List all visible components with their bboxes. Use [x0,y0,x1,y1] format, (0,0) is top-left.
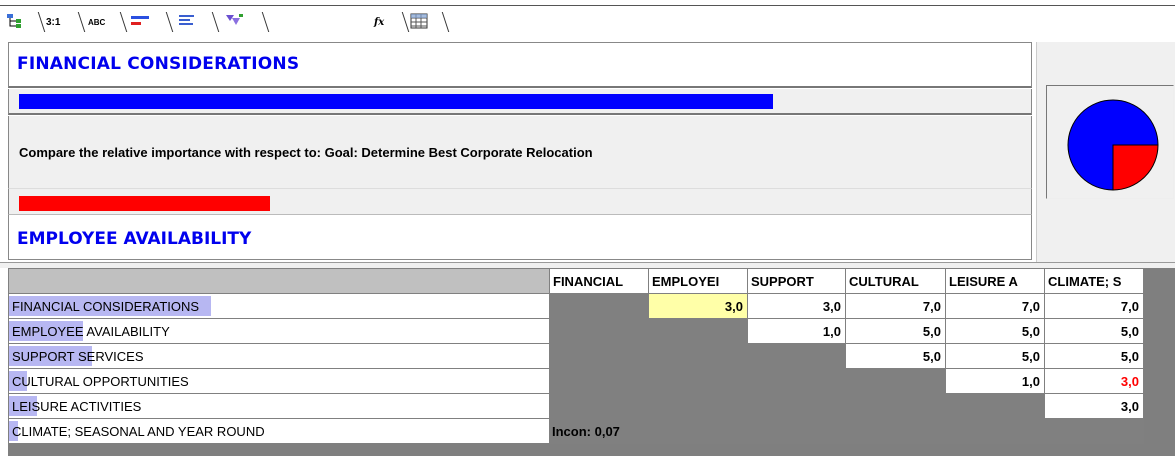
column-header[interactable]: LEISURE A [945,268,1045,294]
row-header[interactable]: EMPLOYEE AVAILABILITY [8,318,550,344]
matrix-cell[interactable]: 3,0 [747,293,846,319]
matrix-cell[interactable]: 5,0 [845,318,946,344]
matrix-cell-disabled [845,393,946,419]
matrix-row: FINANCIAL CONSIDERATIONS 3,0 3,0 7,0 7,0 7,0 [8,293,1144,319]
matrix-cell-disabled [747,418,846,444]
tab-formula-label: fx [374,16,385,28]
column-header[interactable]: SUPPORT [747,268,846,294]
tab-formula[interactable]: fx [374,10,410,34]
matrix-cell-disabled [1044,418,1144,444]
pie-panel [1036,42,1175,264]
matrix-cell-disabled [549,343,649,369]
tab-verbal-label: ABC [88,17,106,27]
matrix-cell-disabled [747,393,846,419]
row-label: CLIMATE; SEASONAL AND YEAR ROUND [12,423,265,439]
matrix-cell[interactable]: 3,0 [1044,368,1144,394]
left-element-title: FINANCIAL CONSIDERATIONS [17,54,300,74]
matrix-cell-disabled [648,418,748,444]
tab-ratio-label: 3:1 [46,16,61,28]
matrix-cell-disabled [845,368,946,394]
right-importance-bar[interactable] [19,196,271,211]
matrix-cell[interactable]: 1,0 [747,318,846,344]
matrix-cell-disabled [747,368,846,394]
tab-ratio[interactable]: 3:1 [46,10,86,34]
bar-compare-icon [130,14,152,31]
matrix-row: CLIMATE; SEASONAL AND YEAR ROUND Incon: 0… [8,418,1144,444]
matrix-cell-disabled [648,368,748,394]
matrix-cell[interactable]: 5,0 [1044,343,1144,369]
matrix-cell-disabled [648,318,748,344]
matrix-cell[interactable]: 5,0 [945,343,1045,369]
row-label: FINANCIAL CONSIDERATIONS [12,298,200,314]
row-header[interactable]: FINANCIAL CONSIDERATIONS [8,293,550,319]
tab-graphical[interactable] [130,10,174,34]
row-header[interactable]: CULTURAL OPPORTUNITIES [8,368,550,394]
row-header[interactable]: CLIMATE; SEASONAL AND YEAR ROUND [8,418,550,444]
matrix-cell-disabled [549,393,649,419]
compare-prompt: Compare the relative importance with res… [19,145,593,160]
pie-frame [1046,85,1174,199]
matrix-cell[interactable]: 5,0 [845,343,946,369]
matrix-row: LEISURE ACTIVITIES 3,0 [8,393,1144,419]
compare-prompt-area: Compare the relative importance with res… [8,116,1032,188]
tab-grid[interactable] [410,10,450,34]
row-header[interactable]: SUPPORT SERVICES [8,343,550,369]
tab-hierarchy[interactable] [6,10,46,34]
column-header[interactable]: EMPLOYEI [648,268,748,294]
matrix-cell-disabled [648,393,748,419]
tab-questionnaire[interactable] [178,10,220,34]
matrix-cell[interactable]: 5,0 [1044,318,1144,344]
inconsistency-ratio: Incon: 0,07 [549,418,649,444]
matrix-cell-disabled [945,393,1045,419]
matrix-cell[interactable]: 7,0 [1044,293,1144,319]
column-header[interactable]: FINANCIAL [549,268,649,294]
right-element-panel[interactable]: EMPLOYEE AVAILABILITY [8,214,1032,260]
matrix-cell-disabled [648,343,748,369]
row-label: SUPPORT SERVICES [12,348,144,364]
tree-filter-icon [224,13,246,32]
row-label: EMPLOYEE AVAILABILITY [12,323,170,339]
lines-icon [178,14,196,31]
left-bar-track[interactable] [8,89,1032,115]
tab-tree-filter[interactable] [224,10,270,34]
right-element-title: EMPLOYEE AVAILABILITY [17,229,252,249]
matrix-cell-disabled [945,418,1045,444]
matrix-row: EMPLOYEE AVAILABILITY 1,0 5,0 5,0 5,0 [8,318,1144,344]
importance-pie [1067,99,1159,191]
matrix-corner [8,268,550,294]
mode-toolbar: 3:1 ABC fx [0,6,1175,36]
left-importance-bar[interactable] [19,94,773,109]
matrix-cell[interactable]: 5,0 [945,318,1045,344]
matrix-row: SUPPORT SERVICES 5,0 5,0 5,0 [8,343,1144,369]
matrix-cell-disabled [845,418,946,444]
matrix-cell-disabled [549,368,649,394]
matrix-cell[interactable]: 3,0 [1044,393,1144,419]
matrix-cell-disabled [549,293,649,319]
hierarchy-icon [6,13,28,32]
comparison-matrix: FINANCIAL EMPLOYEI SUPPORT CULTURAL LEISURE … [8,268,1175,456]
column-header[interactable]: CLIMATE; S [1044,268,1144,294]
row-label: CULTURAL OPPORTUNITIES [12,373,189,389]
matrix-cell[interactable]: 7,0 [945,293,1045,319]
matrix-row: CULTURAL OPPORTUNITIES 1,0 3,0 [8,368,1144,394]
matrix-cell-disabled [549,318,649,344]
left-element-panel[interactable]: FINANCIAL CONSIDERATIONS [8,42,1032,88]
row-label: LEISURE ACTIVITIES [12,398,142,414]
column-header[interactable]: CULTURAL [845,268,946,294]
matrix-cell-disabled [747,343,846,369]
tab-verbal[interactable]: ABC [88,10,128,34]
row-header[interactable]: LEISURE ACTIVITIES [8,393,550,419]
grid-icon [410,13,428,32]
right-bar-track[interactable] [8,188,1032,214]
matrix-cell[interactable]: 1,0 [945,368,1045,394]
pie-slice-right [1112,144,1159,191]
matrix-cell[interactable]: 3,0 [648,293,748,319]
matrix-cell[interactable]: 7,0 [845,293,946,319]
